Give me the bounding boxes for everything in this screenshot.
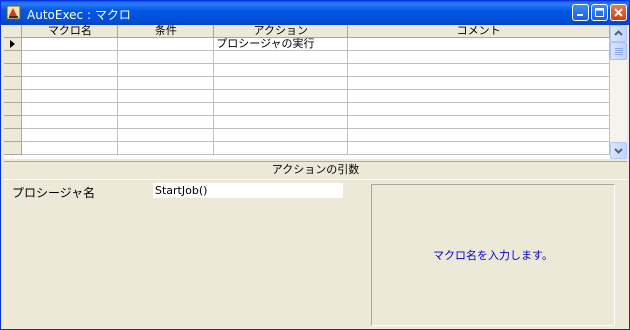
condition-cell[interactable] [117, 128, 215, 142]
macro-name-cell[interactable] [21, 50, 119, 64]
scroll-down-button[interactable] [610, 142, 627, 159]
maximize-icon [595, 8, 604, 17]
row-selector[interactable] [4, 63, 23, 77]
scroll-down-icon [614, 148, 623, 154]
column-header-condition[interactable]: 条件 [117, 25, 215, 38]
comment-cell[interactable] [347, 115, 610, 129]
comment-cell[interactable] [347, 76, 610, 90]
comment-cell[interactable] [347, 128, 610, 142]
help-panel: マクロ名を入力します。 [371, 184, 615, 326]
help-text: マクロ名を入力します。 [433, 249, 553, 262]
scroll-thumb-grip [615, 48, 623, 49]
row-selector-header[interactable] [4, 25, 23, 38]
action-cell[interactable] [213, 63, 349, 77]
window-title: AutoExec : マクロ [27, 8, 131, 22]
condition-cell[interactable] [117, 115, 215, 129]
procedure-name-label: プロシージャ名 [12, 186, 96, 200]
column-header-macro-name[interactable]: マクロ名 [21, 25, 119, 38]
close-button[interactable] [610, 4, 627, 21]
comment-cell[interactable] [347, 63, 610, 77]
table-row: プロシージャの実行 [4, 37, 610, 51]
row-selector[interactable] [4, 115, 23, 129]
row-selector[interactable] [4, 141, 23, 155]
comment-cell[interactable] [347, 89, 610, 103]
action-cell[interactable] [213, 50, 349, 64]
macro-name-cell[interactable] [21, 89, 119, 103]
scroll-thumb-grip [615, 54, 623, 55]
action-cell[interactable]: プロシージャの実行 [213, 37, 349, 51]
table-row [4, 50, 610, 64]
column-header-comment[interactable]: コメント [347, 25, 610, 38]
macro-grid: マクロ名 条件 アクション コメント プロシージャの実行 [4, 25, 610, 159]
comment-cell[interactable] [347, 37, 610, 51]
macro-name-cell[interactable] [21, 76, 119, 90]
action-cell[interactable] [213, 128, 349, 142]
condition-cell[interactable] [117, 89, 215, 103]
maximize-button[interactable] [591, 4, 608, 21]
row-selector[interactable] [4, 89, 23, 103]
table-row [4, 128, 610, 142]
action-cell[interactable] [213, 76, 349, 90]
table-row [4, 89, 610, 103]
access-macro-icon [6, 5, 21, 20]
macro-table: マクロ名 条件 アクション コメント プロシージャの実行 [4, 25, 610, 155]
comment-cell[interactable] [347, 50, 610, 64]
macro-window: AutoExec : マクロ マクロ名 条件 アクション コメント プロシージャ… [0, 0, 630, 330]
action-cell[interactable] [213, 89, 349, 103]
scroll-thumb[interactable] [610, 42, 627, 60]
scroll-up-button[interactable] [610, 25, 627, 42]
action-cell[interactable] [213, 115, 349, 129]
macro-name-cell[interactable] [21, 128, 119, 142]
macro-name-cell[interactable] [21, 115, 119, 129]
current-row-arrow-icon [10, 40, 15, 48]
action-cell[interactable] [213, 141, 349, 155]
scroll-thumb-grip [615, 50, 623, 51]
table-row [4, 76, 610, 90]
macro-name-cell[interactable] [21, 63, 119, 77]
comment-cell[interactable] [347, 102, 610, 116]
action-arguments-header: アクションの引数 [4, 161, 627, 180]
condition-cell[interactable] [117, 141, 215, 155]
condition-cell[interactable] [117, 63, 215, 77]
comment-cell[interactable] [347, 141, 610, 155]
minimize-icon [577, 14, 583, 16]
row-selector[interactable] [4, 50, 23, 64]
condition-cell[interactable] [117, 102, 215, 116]
close-icon [614, 8, 623, 17]
scroll-up-icon [614, 30, 623, 36]
condition-cell[interactable] [117, 50, 215, 64]
condition-cell[interactable] [117, 76, 215, 90]
row-selector[interactable] [4, 76, 23, 90]
table-row [4, 141, 610, 155]
table-row [4, 102, 610, 116]
title-bar[interactable]: AutoExec : マクロ [1, 1, 629, 25]
macro-name-cell[interactable] [21, 141, 119, 155]
macro-name-cell[interactable] [21, 102, 119, 116]
macro-name-cell[interactable] [21, 37, 119, 51]
table-row [4, 115, 610, 129]
row-selector[interactable] [4, 37, 23, 51]
procedure-name-field[interactable]: StartJob() [153, 183, 343, 198]
scroll-thumb-grip [615, 52, 623, 53]
column-header-action[interactable]: アクション [213, 25, 349, 38]
row-selector[interactable] [4, 102, 23, 116]
row-selector[interactable] [4, 128, 23, 142]
condition-cell[interactable] [117, 37, 215, 51]
grid-header-row: マクロ名 条件 アクション コメント [4, 25, 610, 38]
action-cell[interactable] [213, 102, 349, 116]
minimize-button[interactable] [572, 4, 589, 21]
vertical-scrollbar[interactable] [610, 25, 627, 159]
table-row [4, 63, 610, 77]
